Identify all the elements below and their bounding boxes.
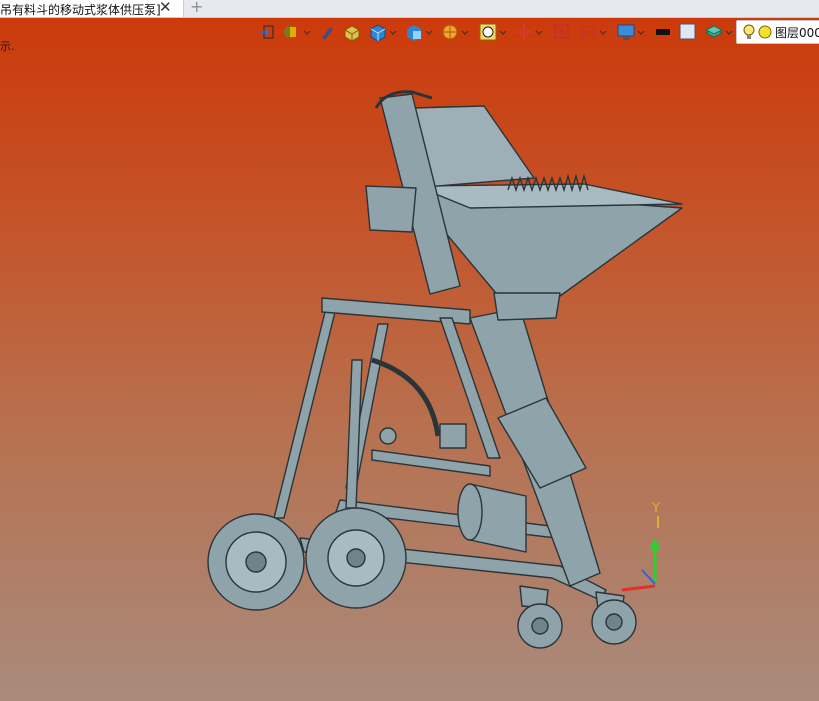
close-icon[interactable]: ✕ — [159, 0, 172, 16]
hopper-neck — [493, 292, 561, 321]
document-tab[interactable]: 吊有料斗的移动式浆体供压泵] ✕ — [0, 0, 184, 17]
motor-face — [457, 483, 483, 541]
frame-rear-leg — [273, 299, 339, 519]
axis-y-label: Y — [651, 501, 660, 516]
new-tab-button[interactable]: + — [190, 0, 203, 16]
3d-viewport[interactable]: 示. 图层000 Y — [0, 18, 819, 701]
tab-bar: 吊有料斗的移动式浆体供压泵] ✕ + — [0, 0, 819, 18]
pump-model[interactable]: Y — [0, 18, 819, 701]
hose — [371, 357, 441, 437]
valve-bar — [371, 449, 491, 477]
control-box — [439, 423, 467, 449]
motor-box — [365, 185, 417, 233]
vertical-pipe — [345, 359, 363, 509]
axis-triad: Y — [621, 501, 661, 592]
document-tab-title: 吊有料斗的移动式浆体供压泵] — [0, 3, 161, 17]
pressure-gauge — [379, 427, 397, 445]
